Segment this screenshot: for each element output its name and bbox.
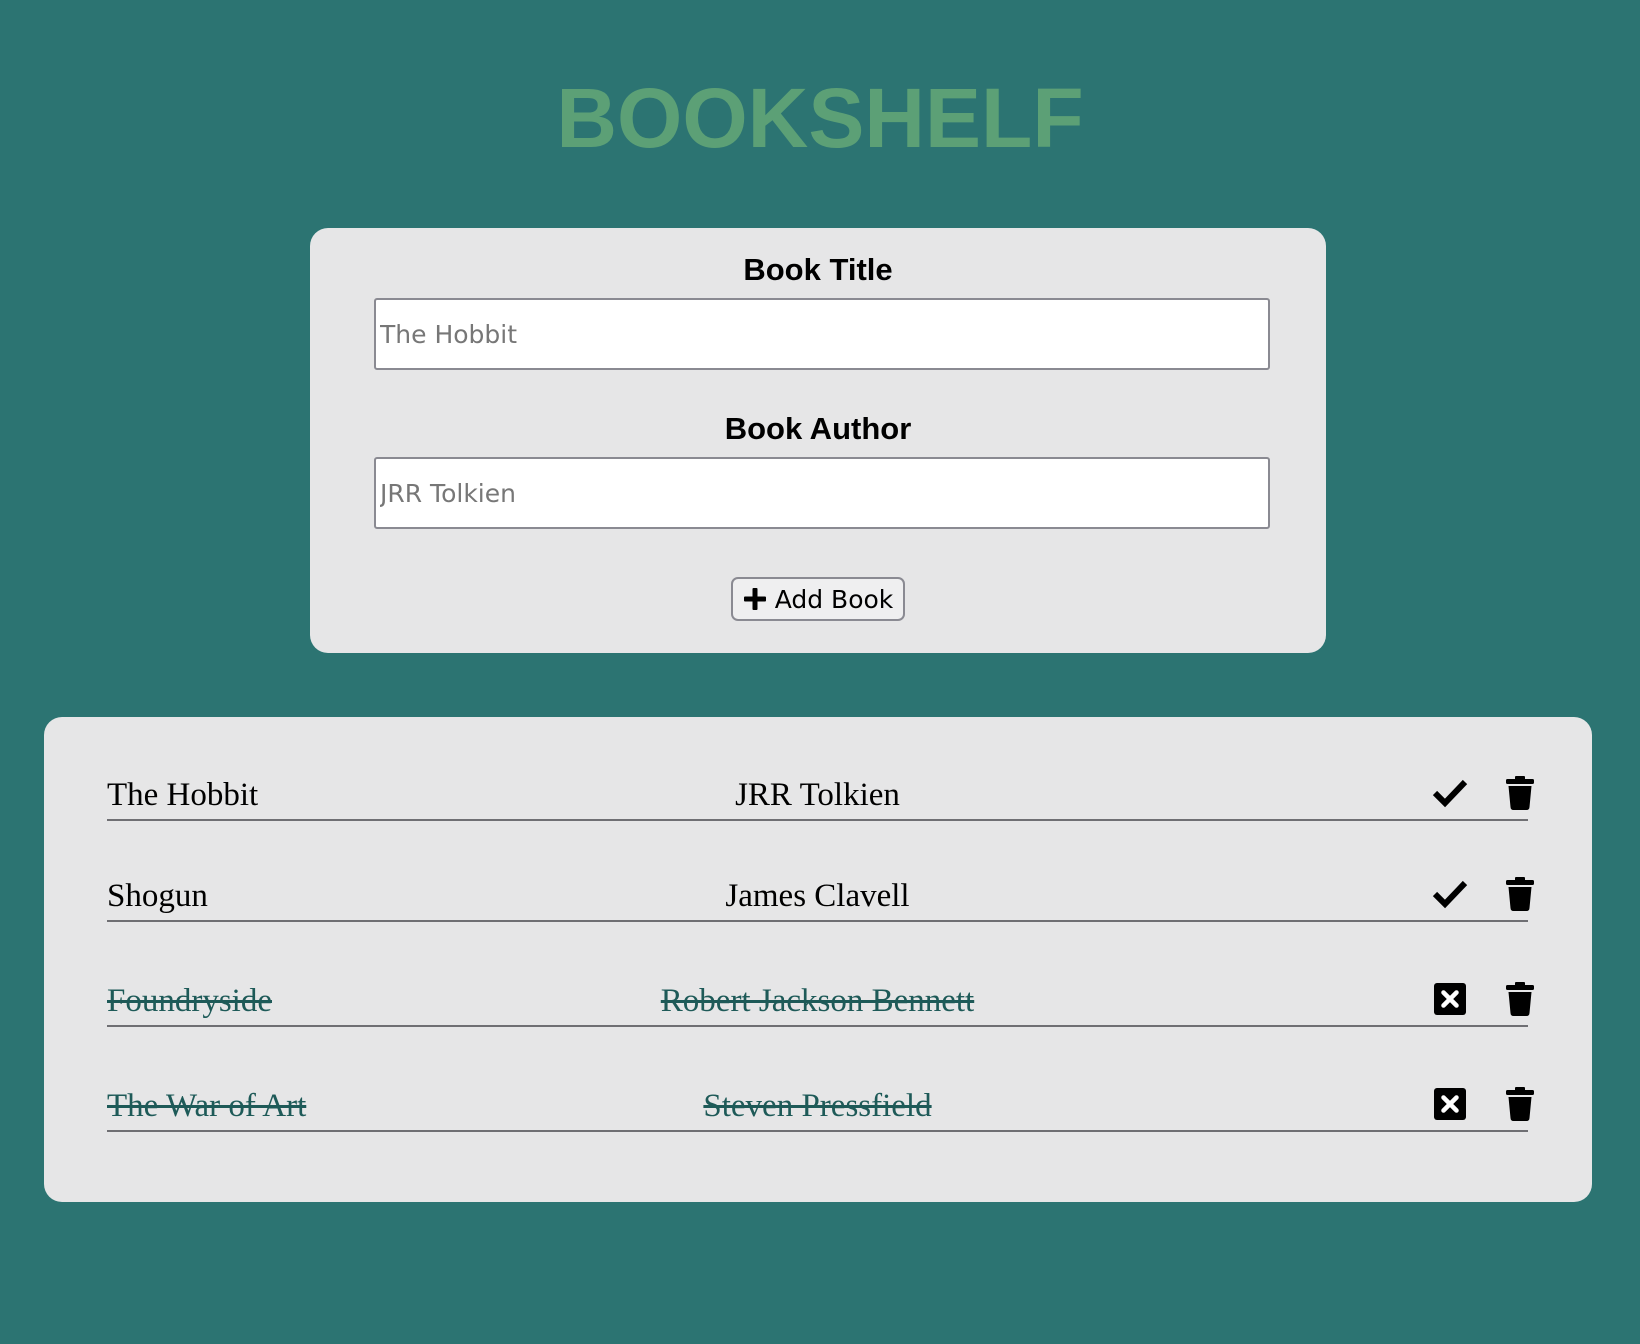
- book-row: Foundryside Robert Jackson Bennett: [107, 975, 1534, 1027]
- x-square-icon: [1433, 982, 1467, 1016]
- book-author-input[interactable]: [374, 457, 1270, 529]
- book-list: The Hobbit JRR Tolkien Shogun James Clav…: [44, 717, 1592, 1202]
- trash-icon: [1505, 877, 1535, 911]
- book-author: James Clavell: [725, 878, 910, 914]
- plus-icon: [743, 587, 767, 611]
- delete-book-button[interactable]: [1500, 1084, 1540, 1124]
- book-title-label: Book Title: [743, 252, 893, 287]
- book-author-label: Book Author: [724, 411, 912, 446]
- x-square-icon: [1433, 1087, 1467, 1121]
- book-author: Robert Jackson Bennett: [660, 983, 975, 1019]
- book-author: Steven Pressfield: [703, 1088, 932, 1124]
- add-book-button[interactable]: Add Book: [731, 577, 905, 621]
- book-row: The Hobbit JRR Tolkien: [107, 769, 1534, 821]
- book-row: Shogun James Clavell: [107, 870, 1534, 922]
- delete-book-button[interactable]: [1500, 979, 1540, 1019]
- book-title-input[interactable]: [374, 298, 1270, 370]
- trash-icon: [1505, 1087, 1535, 1121]
- delete-book-button[interactable]: [1500, 874, 1540, 914]
- add-book-form: Book Title Book Author Add Book: [310, 228, 1326, 653]
- trash-icon: [1505, 982, 1535, 1016]
- check-icon: [1432, 778, 1468, 808]
- book-row: The War of Art Steven Pressfield: [107, 1080, 1534, 1132]
- mark-read-button[interactable]: [1430, 773, 1470, 813]
- check-icon: [1432, 879, 1468, 909]
- mark-unread-button[interactable]: [1430, 1084, 1470, 1124]
- trash-icon: [1505, 776, 1535, 810]
- mark-read-button[interactable]: [1430, 874, 1470, 914]
- delete-book-button[interactable]: [1500, 773, 1540, 813]
- page-title: BOOKSHELF: [556, 71, 1084, 165]
- mark-unread-button[interactable]: [1430, 979, 1470, 1019]
- book-author: JRR Tolkien: [735, 777, 900, 813]
- add-book-button-label: Add Book: [774, 584, 894, 614]
